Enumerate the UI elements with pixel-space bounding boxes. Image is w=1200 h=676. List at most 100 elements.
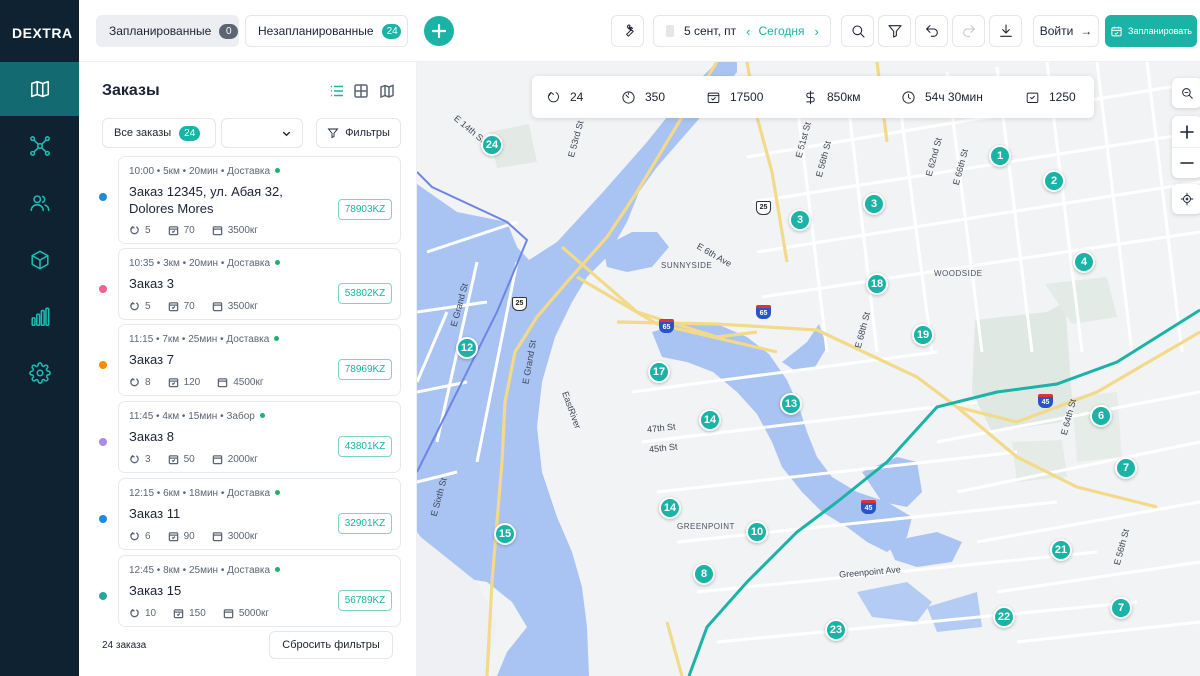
stat-time-value: 54ч 30мин [925, 90, 983, 104]
map-stop-pin[interactable]: 3 [863, 193, 885, 215]
undo-button[interactable] [915, 15, 948, 47]
weight-icon [223, 609, 234, 619]
locate-button[interactable] [1172, 184, 1200, 214]
login-button[interactable]: Войти → [1033, 15, 1099, 47]
map-stop-pin[interactable]: 14 [699, 409, 721, 431]
order-code-badge[interactable]: 32901KZ [338, 513, 392, 534]
map-stop-pin[interactable]: 12 [456, 337, 478, 359]
filter-button[interactable] [878, 15, 911, 47]
map-stop-pin[interactable]: 13 [780, 393, 802, 415]
order-boxes: 90 [183, 531, 195, 542]
map-stop-pin[interactable]: 8 [693, 563, 715, 585]
redo-icon [962, 25, 975, 37]
calendar-check-icon [1111, 26, 1122, 36]
zoom-out-button[interactable] [1172, 147, 1200, 178]
order-meta-text: 12:45 • 8км • 25мин • Доставка [129, 565, 271, 576]
plan-button[interactable]: Запланировать [1105, 15, 1197, 47]
map-label: GREENPOINT [677, 522, 735, 531]
tools-button[interactable] [611, 15, 644, 47]
map-stop-pin[interactable]: 15 [494, 523, 516, 545]
map-stop-pin[interactable]: 3 [789, 209, 811, 231]
add-order-button[interactable] [424, 16, 454, 46]
sidebar-item-settings[interactable] [0, 346, 79, 400]
order-stops: 5 [145, 301, 151, 312]
weight-icon [212, 226, 222, 236]
map-stop-pin[interactable]: 10 [746, 521, 768, 543]
map-view-button[interactable] [378, 82, 396, 100]
tab-planned-count: 0 [219, 23, 239, 39]
map-stop-pin[interactable]: 24 [481, 134, 503, 156]
sidebar-item-network[interactable] [0, 119, 79, 173]
highway-shield-icon: 65 [659, 319, 674, 333]
order-card[interactable]: 10:35 • 3км • 20мин • Доставка Заказ 3 5 70… [118, 248, 401, 320]
today-link[interactable]: Сегодня [758, 24, 804, 38]
chevron-left-icon[interactable]: ‹ [746, 24, 750, 39]
map-stop-pin[interactable]: 21 [1050, 539, 1072, 561]
map-stop-pin[interactable]: 7 [1115, 457, 1137, 479]
box-icon [168, 378, 178, 388]
order-code-badge[interactable]: 56789KZ [338, 590, 392, 611]
map-stop-pin[interactable]: 19 [912, 324, 934, 346]
map-view[interactable]: SUNNYSIDE WOODSIDE GREENPOINT 47th St 45th S… [417, 62, 1200, 676]
search-button[interactable] [841, 15, 874, 47]
order-code-badge[interactable]: 78903KZ [338, 199, 392, 220]
tab-unplanned[interactable]: Незапланированные 24 [245, 15, 408, 47]
order-card[interactable]: 12:15 • 6км • 18мин • Доставка Заказ 11 6 9… [118, 478, 401, 550]
chart-icon [30, 307, 49, 327]
map-stop-pin[interactable]: 14 [659, 497, 681, 519]
order-meta: 10:00 • 5км • 20мин • Доставка [129, 166, 281, 177]
order-card[interactable]: 12:45 • 8км • 25мин • Доставка Заказ 15 10… [118, 555, 401, 627]
date-picker[interactable]: 5 сент, пт ‹ Сегодня › [653, 15, 831, 47]
map-stop-pin[interactable]: 1 [989, 145, 1011, 167]
sidebar-item-analytics[interactable] [0, 290, 79, 344]
app-logo: DEXTRA [12, 25, 73, 41]
weight-icon [212, 532, 222, 542]
map-stop-pin[interactable]: 4 [1073, 251, 1095, 273]
order-status-dot [99, 285, 107, 293]
sidebar-item-map[interactable] [0, 62, 79, 116]
sidebar-item-users[interactable] [0, 176, 79, 230]
gear-icon [28, 362, 51, 384]
box-icon [707, 92, 720, 103]
map-stop-pin[interactable]: 2 [1043, 170, 1065, 192]
tab-unplanned-label: Незапланированные [258, 24, 374, 38]
map-stop-pin[interactable]: 18 [866, 273, 888, 295]
order-code-badge[interactable]: 53802KZ [338, 283, 392, 304]
zoom-search-button[interactable] [1172, 78, 1200, 108]
map-stop-pin[interactable]: 6 [1090, 405, 1112, 427]
redo-button[interactable] [952, 15, 985, 47]
zoom-in-button[interactable] [1180, 116, 1194, 147]
top-bar: Запланированные 0 Незапланированные 24 5… [79, 0, 1200, 62]
order-code-badge[interactable]: 43801KZ [338, 436, 392, 457]
order-card[interactable]: 10:00 • 5км • 20мин • Доставка Заказ 1234… [118, 156, 401, 244]
order-card[interactable]: 11:15 • 7км • 25мин • Доставка Заказ 7 8 12… [118, 324, 401, 396]
all-orders-filter[interactable]: Все заказы 24 [102, 118, 216, 148]
plan-button-label: Запланировать [1128, 26, 1192, 36]
weight-icon [212, 455, 222, 465]
order-meta-text: 11:45 • 4км • 15мин • Забор [129, 411, 255, 422]
chevron-right-icon[interactable]: › [814, 24, 818, 39]
download-button[interactable] [989, 15, 1022, 47]
map-stop-pin[interactable]: 22 [993, 606, 1015, 628]
reset-filters-button[interactable]: Сбросить фильтры [269, 631, 393, 659]
order-code-badge[interactable]: 78969KZ [338, 359, 392, 380]
tab-unplanned-count: 24 [381, 23, 401, 39]
stat-weight-value: 1250 [1049, 90, 1076, 104]
chevron-down-icon [282, 131, 291, 136]
order-card[interactable]: 11:45 • 4км • 15мин • Забор Заказ 8 3 50 200… [118, 401, 401, 473]
stat-stops: 24 [546, 90, 583, 105]
box-icon [30, 250, 49, 270]
grid-view-button[interactable] [352, 82, 370, 100]
stat-speed: 350 [621, 90, 665, 105]
map-stop-pin[interactable]: 23 [825, 619, 847, 641]
sort-dropdown[interactable] [221, 118, 303, 148]
map-stop-pin[interactable]: 17 [648, 361, 670, 383]
order-weight: 2000кг [227, 454, 258, 465]
filters-button[interactable]: Фильтры [316, 118, 401, 148]
stat-distance: 850км [803, 90, 861, 105]
route-icon [130, 531, 139, 541]
map-stop-pin[interactable]: 7 [1110, 597, 1132, 619]
list-view-button[interactable] [328, 82, 346, 100]
tab-planned[interactable]: Запланированные 0 [96, 15, 239, 47]
sidebar-item-packages[interactable] [0, 233, 79, 287]
